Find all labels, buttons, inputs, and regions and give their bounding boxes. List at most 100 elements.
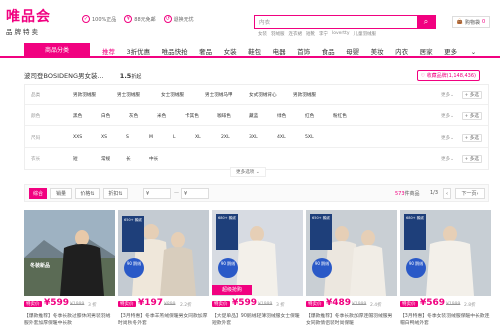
filter-option[interactable]: 长 [126, 156, 131, 162]
filter-option[interactable]: M [149, 135, 153, 140]
filter-option[interactable]: 中长 [149, 156, 158, 162]
product-card[interactable]: 650+ 鹅绒 90 鹅绒 特卖价 ¥197 ¥899 2.2折 【3月特惠】冬… [118, 210, 209, 332]
product-image[interactable]: 650+ 鹅绒 90 鹅绒 [306, 210, 397, 296]
product-card[interactable]: 680+ 鹅绒 90 鹅绒 特卖价 ¥569 ¥1999 2.8折 【3月特惠】… [400, 210, 491, 332]
product-title[interactable]: 【3月特惠】冬季羊羔绒保暖男女同款加厚时尚秋冬外套 [118, 314, 209, 327]
filter-option[interactable]: 2XL [221, 135, 230, 140]
sort-price[interactable]: 价格 ⇅ [75, 188, 100, 199]
filter-option[interactable]: 4XL [277, 135, 286, 140]
cart-count: 0 [482, 19, 486, 25]
filter-option[interactable]: 咖啡色 [217, 113, 231, 119]
filter-more[interactable]: 更多⌄ [441, 92, 454, 98]
original-price: ¥899 [164, 302, 176, 307]
filter-option[interactable]: 男款羽绒服 [73, 92, 96, 98]
filter-option[interactable]: 红色 [305, 113, 314, 119]
filter-option[interactable]: 粉红色 [333, 113, 347, 119]
nav-item[interactable]: 食品 [322, 46, 335, 56]
nav-item[interactable]: 推荐 [102, 46, 115, 56]
promo-banner: 680+ 鹅绒 [216, 214, 238, 250]
hot-keyword[interactable]: 连衣裙 [289, 31, 303, 37]
filter-option[interactable]: 绿色 [277, 113, 286, 119]
product-image[interactable]: 冬装新品 [24, 210, 115, 296]
hot-keyword[interactable]: lovertty [332, 31, 349, 37]
price: ¥599 [44, 298, 70, 308]
filter-option[interactable]: 男士羽绒服 [117, 92, 140, 98]
search-input[interactable] [255, 16, 417, 28]
product-card[interactable]: 680+ 鹅绒 90 鹅绒 超级抢购 特卖价 ¥599 ¥1999 3 折 【大… [212, 210, 303, 332]
filter-multi-button[interactable]: + 多选 [461, 91, 482, 99]
check-icon: ✓ [82, 15, 90, 23]
filter-option[interactable]: 黑色 [73, 113, 82, 119]
filter-option[interactable]: 常规 [101, 156, 110, 162]
filter-option[interactable]: XS [101, 135, 107, 140]
filter-option[interactable]: S [126, 135, 129, 140]
promo-banner: 650+ 鹅绒 [122, 216, 144, 252]
sort-discount[interactable]: 折扣 ⇅ [103, 188, 128, 199]
promise-genuine: ✓ 100%正品 [82, 15, 117, 23]
filter-more[interactable]: 更多⌄ [441, 113, 454, 119]
product-title[interactable]: 【爆款推荐】冬季长款过膝休闲男装羽绒服外套加厚保暖中长款 [24, 314, 115, 327]
nav-item[interactable]: 女装 [224, 46, 237, 56]
quality-badge: 90 鹅绒 [312, 258, 332, 278]
hot-keyword[interactable]: 儿童羽绒服 [353, 31, 376, 37]
filter-option[interactable]: 男士羽绒马甲 [205, 92, 233, 98]
filter-option[interactable]: 灰色 [129, 113, 138, 119]
category-button[interactable]: 商品分类 [24, 43, 90, 56]
product-image[interactable]: 680+ 鹅绒 90 鹅绒 超级抢购 [212, 210, 303, 296]
filter-multi-button[interactable]: + 多选 [461, 155, 482, 163]
favorite-brand-button[interactable]: ♡ 收藏品牌(1,148,436) [416, 70, 480, 81]
nav-more[interactable]: 更多 ⌄ [444, 46, 488, 56]
filter-option[interactable]: 短 [73, 156, 78, 162]
sort-sales[interactable]: 销量 [50, 188, 72, 199]
filter-option[interactable]: 5XL [305, 135, 314, 140]
nav-item[interactable]: 电器 [273, 46, 286, 56]
product-title[interactable]: 【爆款推荐】冬季长款加厚连帽羽绒服男女同款情侣装时尚保暖 [306, 314, 397, 327]
logo[interactable]: 唯品会 品牌特卖 [6, 6, 51, 36]
hot-keyword[interactable]: 短靴 [306, 31, 315, 37]
hot-keyword[interactable]: 羽绒服 [271, 31, 285, 37]
nav-bar: 商品分类 推荐 3折优惠 唯品快抢 奢品 女装 鞋包 电器 首饰 食品 母婴 美… [0, 43, 500, 58]
filter-multi-button[interactable]: + 多选 [461, 134, 482, 142]
brand-title: 波司登BOSIDENG男女装... 1.5折起 [24, 72, 142, 80]
nav-item[interactable]: 内衣 [395, 46, 408, 56]
product-card[interactable]: 650+ 鹅绒 90 鹅绒 特卖价 ¥489 ¥1999 2.4折 【爆款推荐】… [306, 210, 397, 332]
product-image[interactable]: 680+ 鹅绒 90 鹅绒 [400, 210, 491, 296]
nav-item[interactable]: 母婴 [346, 46, 359, 56]
hot-keyword[interactable]: 女装 [258, 31, 267, 37]
more-options-toggle[interactable]: 更多选项 ⌄ [230, 167, 266, 177]
page: 唯品会 品牌特卖 ✓100%正品 ¥88元免邮 ↺退换无忧 ⌕ 女装 羽绒服 连… [0, 0, 500, 332]
nav-item[interactable]: 3折优惠 [127, 46, 151, 56]
filter-more[interactable]: 更多⌄ [441, 135, 454, 141]
filter-option[interactable]: XXS [73, 135, 82, 140]
product-card[interactable]: 冬装新品 特卖价 ¥599 ¥1999 3 折 【爆款推荐】冬季长款过膝休闲男装… [24, 210, 115, 332]
filter-option[interactable]: 卡其色 [185, 113, 199, 119]
search-button[interactable]: ⌕ [417, 16, 435, 28]
sort-default[interactable]: 综合 [29, 188, 47, 199]
filter-option[interactable]: 米色 [157, 113, 166, 119]
product-image[interactable]: 650+ 鹅绒 90 鹅绒 [118, 210, 209, 296]
filter-option[interactable]: 女式羽绒背心 [249, 92, 277, 98]
filter-option[interactable]: 3XL [249, 135, 258, 140]
filter-option[interactable]: XL [195, 135, 201, 140]
nav-item[interactable]: 奢品 [199, 46, 212, 56]
nav-item[interactable]: 唯品快抢 [162, 46, 188, 56]
nav-item[interactable]: 美妆 [371, 46, 384, 56]
product-title[interactable]: 【大促单品】90鹅绒轻薄羽绒服女士保暖短款外套 [212, 314, 303, 327]
filter-option[interactable]: 藏蓝 [249, 113, 258, 119]
filter-option[interactable]: 白色 [101, 113, 110, 119]
nav-item[interactable]: 鞋包 [248, 46, 261, 56]
filter-option[interactable]: 女士羽绒服 [161, 92, 184, 98]
filter-more[interactable]: 更多⌄ [441, 156, 454, 162]
hot-keyword[interactable]: 李宁 [319, 31, 328, 37]
price-from-input[interactable]: ¥ [143, 188, 171, 199]
product-title[interactable]: 【3月特惠】冬季女装羽绒服保暖中长款连帽白鸭绒外套 [400, 314, 491, 327]
prev-page-button[interactable]: ‹ [443, 188, 451, 199]
filter-option[interactable]: 男款羽绒服 [293, 92, 316, 98]
filter-option[interactable]: L [173, 135, 176, 140]
cart-button[interactable]: 👜 购物袋 0 [452, 16, 490, 28]
next-page-button[interactable]: 下一页 › [455, 188, 485, 199]
price-to-input[interactable]: ¥ [181, 188, 209, 199]
nav-item[interactable]: 居家 [420, 46, 433, 56]
filter-multi-button[interactable]: + 多选 [461, 112, 482, 120]
nav-item[interactable]: 首饰 [297, 46, 310, 56]
